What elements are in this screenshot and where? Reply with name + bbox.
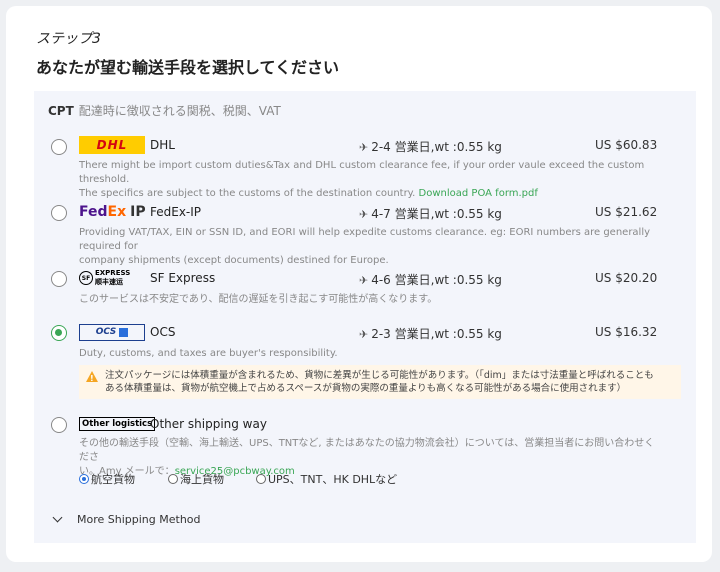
shipping-name-dhl: DHL [150, 138, 175, 152]
radio-ocs[interactable] [51, 325, 67, 341]
other-logistics-logo: Other logistics [79, 415, 156, 433]
shipping-name-other: Other shipping way [150, 417, 267, 431]
plane-icon: ✈ [359, 274, 369, 287]
eta-dhl: ✈ 2-4 営業日,wt :0.55 kg [359, 140, 502, 154]
more-shipping-toggle[interactable]: More Shipping Method [52, 512, 201, 526]
page-title: あなたが望む輸送手段を選択してください [36, 58, 340, 77]
radio-sea[interactable] [168, 474, 178, 484]
desc-sf: このサービスは不安定であり、配信の遅延を引き起こす可能性が高くなります。 [79, 294, 438, 305]
plane-icon: ✈ [359, 328, 369, 341]
shipping-card: ステップ3 あなたが望む輸送手段を選択してください CPT 配達時に徴収される関税… [6, 6, 712, 562]
fedex-logo: FedEx IP [79, 204, 146, 220]
ocs-logo: OCS [79, 323, 145, 341]
eta-sf: ✈ 4-6 営業日,wt :0.55 kg [359, 273, 502, 287]
shipping-options-panel: CPT 配達時に徴収される関税、税関、VAT DHL DHL ✈ 2-4 営業日,w… [34, 91, 696, 543]
volumetric-warning: 注文パッケージには体積重量が含まれるため、貨物に差異が生じる可能性があります。（… [79, 365, 681, 399]
download-poa-link[interactable]: Download POA form.pdf [419, 188, 538, 199]
cpt-note: 配達時に徴収される関税、税関、VAT [78, 104, 281, 118]
shipping-name-sf: SF Express [150, 271, 216, 285]
cpt-label: CPT [48, 104, 74, 118]
price-dhl: US $60.83 [595, 138, 658, 152]
price-ocs: US $16.32 [595, 325, 658, 339]
desc-fedex: Providing VAT/TAX, EIN or SSN ID, and EO… [79, 227, 651, 266]
suboption-courier[interactable]: UPS、TNT、HK DHLなど [256, 471, 397, 487]
radio-sf-express[interactable] [51, 271, 67, 287]
plane-icon: ✈ [359, 141, 369, 154]
radio-dhl[interactable] [51, 139, 67, 155]
shipping-name-fedex: FedEx-IP [150, 205, 202, 219]
chevron-down-icon [52, 512, 63, 523]
radio-courier[interactable] [256, 474, 266, 484]
warning-icon [86, 371, 98, 385]
suboption-sea[interactable]: 海上貨物 [168, 471, 224, 487]
price-fedex: US $21.62 [595, 205, 658, 219]
shipping-name-ocs: OCS [150, 325, 176, 339]
step-label: ステップ3 [36, 31, 101, 47]
radio-fedex[interactable] [51, 205, 67, 221]
cpt-header: CPT 配達時に徴収される関税、税関、VAT [48, 102, 281, 119]
desc-ocs: Duty, customs, and taxes are buyer's res… [79, 348, 338, 359]
eta-ocs: ✈ 2-3 営業日,wt :0.55 kg [359, 327, 502, 341]
eta-fedex: ✈ 4-7 営業日,wt :0.55 kg [359, 207, 502, 221]
dhl-logo: DHL [79, 136, 145, 154]
price-sf: US $20.20 [595, 271, 658, 285]
sf-express-logo: SF EXPRESS 顺丰速运 [79, 269, 130, 287]
radio-other[interactable] [51, 417, 67, 433]
radio-air[interactable] [79, 474, 89, 484]
suboption-air[interactable]: 航空貨物 [79, 471, 135, 487]
desc-dhl: There might be import custom duties&Tax … [79, 160, 645, 199]
plane-icon: ✈ [359, 208, 369, 221]
